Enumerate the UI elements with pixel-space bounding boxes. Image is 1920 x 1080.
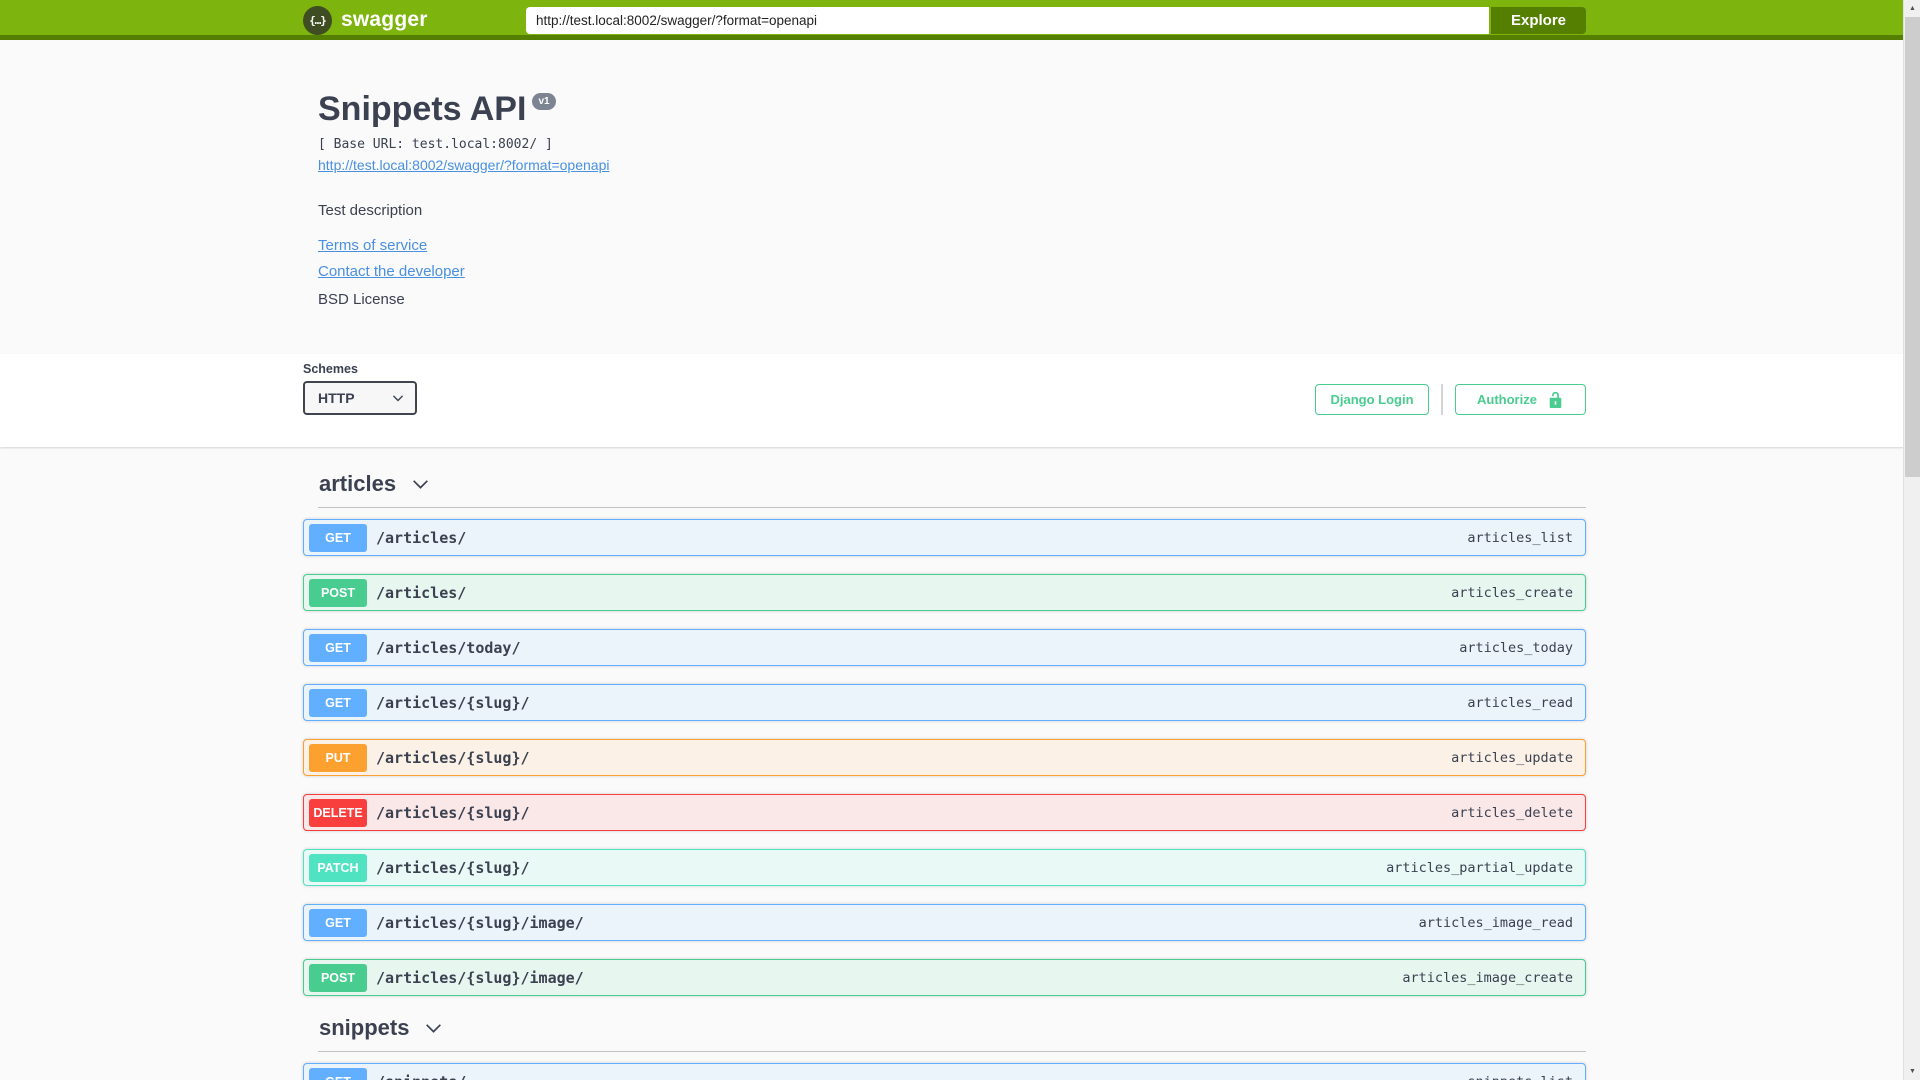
operation-id: articles_partial_update	[1386, 859, 1573, 876]
method-badge: POST	[309, 578, 367, 607]
topbar: {…} swagger Explore	[0, 0, 1920, 40]
operation-articles_read[interactable]: GET /articles/{slug}/ articles_read	[303, 684, 1586, 721]
operation-id: articles_create	[1451, 584, 1573, 601]
operation-path: /articles/{slug}/image/	[376, 968, 584, 987]
authorize-button[interactable]: Authorize	[1455, 384, 1586, 415]
method-badge: GET	[309, 688, 367, 717]
spec-link[interactable]: http://test.local:8002/swagger/?format=o…	[318, 157, 609, 173]
operation-path: /articles/	[376, 528, 467, 547]
spec-url-input[interactable]	[526, 6, 1489, 34]
license-text: BSD License	[318, 291, 405, 308]
swagger-logo-icon: {…}	[303, 5, 332, 35]
chevron-down-icon	[391, 391, 405, 405]
version-badge: v1	[532, 93, 556, 110]
page-title: Snippets API v1	[318, 90, 1586, 129]
scroll-up-icon[interactable]: ▲	[1904, 0, 1920, 17]
unlock-icon	[1547, 391, 1564, 408]
api-info-section: Snippets API v1 [ Base URL: test.local:80…	[318, 40, 1586, 354]
operation-id: snippets_list	[1467, 1074, 1573, 1080]
method-badge: DELETE	[309, 798, 367, 827]
authorize-label: Authorize	[1477, 392, 1537, 407]
method-badge: PUT	[309, 743, 367, 772]
operation-path: /articles/{slug}/	[376, 748, 530, 767]
method-badge: GET	[309, 908, 367, 937]
operation-articles_today[interactable]: GET /articles/today/ articles_today	[303, 629, 1586, 666]
operation-path: /articles/{slug}/	[376, 803, 530, 822]
operation-id: articles_update	[1451, 749, 1573, 766]
operation-articles_image_create[interactable]: POST /articles/{slug}/image/ articles_im…	[303, 959, 1586, 996]
schemes-selected-value: HTTP	[318, 390, 355, 406]
download-url-form: Explore	[526, 6, 1586, 34]
operation-articles_image_read[interactable]: GET /articles/{slug}/image/ articles_ima…	[303, 904, 1586, 941]
operation-articles_delete[interactable]: DELETE /articles/{slug}/ articles_delete	[303, 794, 1586, 831]
operation-path: /articles/{slug}/image/	[376, 913, 584, 932]
chevron-down-icon	[423, 1018, 444, 1039]
operation-id: articles_today	[1459, 639, 1573, 656]
operation-id: articles_list	[1467, 529, 1573, 546]
method-badge: POST	[309, 963, 367, 992]
vertical-scrollbar[interactable]: ▲ ▼	[1903, 0, 1920, 1080]
chevron-down-icon	[410, 474, 431, 495]
base-url: [ Base URL: test.local:8002/ ]	[318, 137, 553, 152]
operation-articles_update[interactable]: PUT /articles/{slug}/ articles_update	[303, 739, 1586, 776]
auth-divider	[1441, 384, 1443, 415]
operation-articles_list[interactable]: GET /articles/ articles_list	[303, 519, 1586, 556]
api-description: Test description	[318, 202, 423, 219]
operation-id: articles_delete	[1451, 804, 1573, 821]
operation-path: /snippets/	[376, 1073, 466, 1080]
operation-path: /articles/{slug}/	[376, 693, 530, 712]
section-tag-articles[interactable]: articles	[303, 470, 1586, 498]
operation-snippets_list[interactable]: GET /snippets/ snippets_list	[303, 1063, 1586, 1080]
scrollbar-thumb[interactable]	[1905, 17, 1920, 477]
auth-wrapper: Django Login Authorize	[1315, 384, 1586, 415]
explore-button[interactable]: Explore	[1491, 6, 1586, 34]
scroll-down-icon[interactable]: ▼	[1904, 1063, 1920, 1080]
operation-articles_create[interactable]: POST /articles/ articles_create	[303, 574, 1586, 611]
schemes-group: Schemes HTTP	[303, 362, 417, 415]
schemes-select[interactable]: HTTP	[303, 381, 417, 415]
contact-developer-link[interactable]: Contact the developer	[318, 263, 1586, 280]
section-divider	[318, 1051, 1586, 1052]
section-snippets: snippets GET /snippets/ snippets_list	[303, 1014, 1586, 1080]
operation-path: /articles/	[376, 583, 467, 602]
operation-id: articles_image_read	[1418, 914, 1573, 931]
section-articles: articles GET /articles/ articles_list PO…	[303, 470, 1586, 996]
method-badge: GET	[309, 1067, 367, 1080]
section-divider	[318, 507, 1586, 508]
operation-id: articles_read	[1467, 694, 1573, 711]
operation-articles_partial_update[interactable]: PATCH /articles/{slug}/ articles_partial…	[303, 849, 1586, 886]
terms-of-service-link[interactable]: Terms of service	[318, 237, 1586, 254]
operation-path: /articles/today/	[376, 638, 521, 657]
swagger-logo[interactable]: {…} swagger	[303, 5, 428, 35]
scheme-container: Schemes HTTP Django Login Authorize	[0, 354, 1920, 447]
schemes-label: Schemes	[303, 362, 358, 376]
django-login-button[interactable]: Django Login	[1315, 384, 1429, 415]
method-badge: GET	[309, 633, 367, 662]
operation-id: articles_image_create	[1402, 969, 1573, 986]
section-tag-snippets[interactable]: snippets	[303, 1014, 1586, 1042]
method-badge: PATCH	[309, 853, 367, 882]
swagger-logo-text: swagger	[341, 8, 428, 31]
operation-path: /articles/{slug}/	[376, 858, 530, 877]
operations-container: articles GET /articles/ articles_list PO…	[303, 447, 1586, 1080]
method-badge: GET	[309, 523, 367, 552]
